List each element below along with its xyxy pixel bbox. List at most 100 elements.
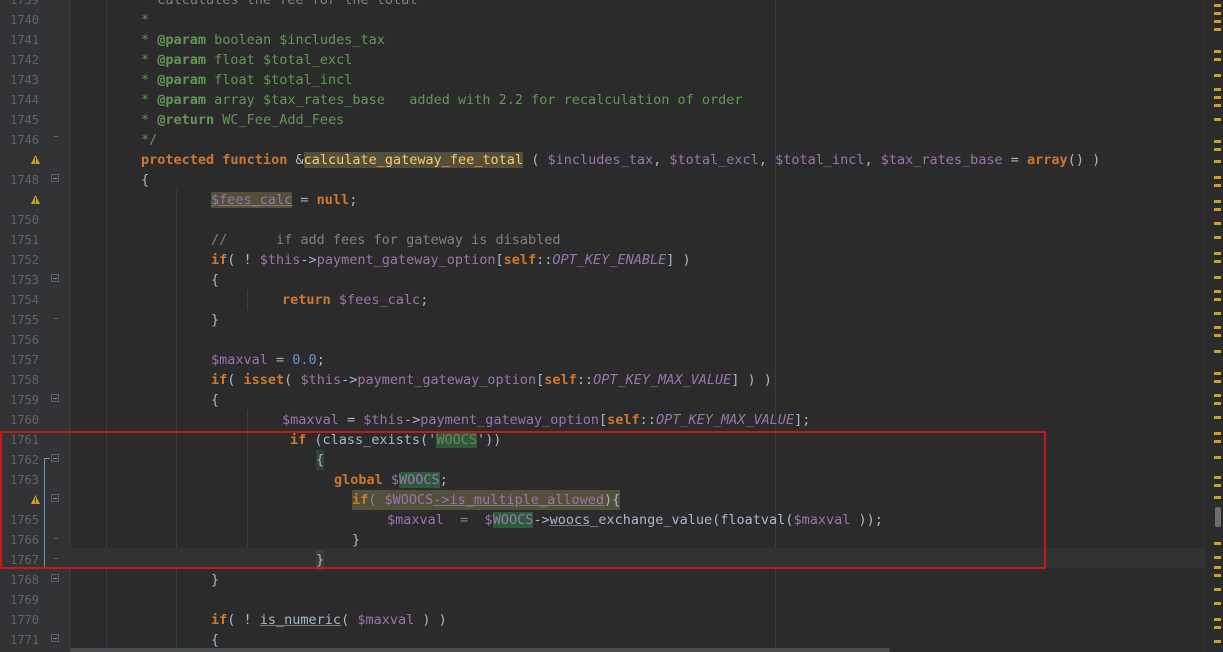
warning-marker[interactable]: [1214, 96, 1221, 99]
warning-marker[interactable]: [1214, 20, 1221, 23]
warning-marker[interactable]: [1214, 298, 1221, 301]
warning-marker[interactable]: [1214, 74, 1221, 77]
warning-marker[interactable]: [1214, 334, 1221, 337]
warning-marker[interactable]: [1214, 588, 1221, 591]
code-token: if: [211, 612, 228, 628]
code-line[interactable]: $maxval = $this->payment_gateway_option[…: [282, 410, 810, 430]
fold-end-marker[interactable]: [54, 136, 58, 137]
warning-marker[interactable]: [1214, 12, 1221, 15]
code-line[interactable]: }: [211, 310, 219, 330]
warning-marker[interactable]: [1214, 618, 1221, 621]
line-number: 1744: [10, 93, 39, 107]
code-line[interactable]: }: [211, 570, 219, 590]
warning-marker[interactable]: [1214, 394, 1221, 397]
code-line[interactable]: * @param float $total_excl: [141, 50, 352, 70]
warning-marker[interactable]: [1214, 566, 1221, 569]
warning-marker[interactable]: [1214, 222, 1221, 225]
code-line[interactable]: *: [141, 10, 149, 30]
warning-marker[interactable]: [1214, 50, 1221, 53]
code-line[interactable]: if( ! is_numeric( $maxval ) ): [211, 610, 447, 630]
warning-marker[interactable]: [1214, 476, 1221, 479]
warning-marker[interactable]: [1214, 542, 1221, 545]
warning-marker[interactable]: [1214, 184, 1221, 187]
error-stripe-scrollbar[interactable]: [1204, 0, 1223, 652]
warning-marker[interactable]: [1214, 104, 1221, 107]
code-line[interactable]: {: [211, 390, 219, 410]
code-line[interactable]: * @param boolean $includes_tax: [141, 30, 385, 50]
warning-marker[interactable]: [1214, 28, 1221, 31]
code-line[interactable]: * @param float $total_incl: [141, 70, 352, 90]
code-line[interactable]: if( ! $this->payment_gateway_option[self…: [211, 250, 691, 270]
code-token: if: [211, 372, 228, 388]
warning-marker[interactable]: [1214, 484, 1221, 487]
fold-toggle-icon[interactable]: [51, 574, 59, 582]
warning-marker[interactable]: [1214, 58, 1221, 61]
warning-marker[interactable]: [1214, 276, 1221, 279]
warning-marker[interactable]: [1214, 236, 1221, 239]
warning-marker[interactable]: [1214, 350, 1221, 353]
warning-marker[interactable]: [1214, 556, 1221, 559]
warning-marker[interactable]: [1214, 416, 1221, 419]
code-line[interactable]: $fees_calc = null;: [211, 190, 357, 210]
indent-guide: [247, 290, 248, 310]
warning-marker[interactable]: [1214, 326, 1221, 329]
code-token: $tax_rates_base: [880, 152, 1003, 168]
code-line[interactable]: * @return WC_Fee_Add_Fees: [141, 110, 344, 130]
code-line[interactable]: {: [211, 630, 219, 650]
fold-toggle-icon[interactable]: [51, 394, 59, 402]
line-number: 1751: [10, 233, 39, 247]
warning-marker[interactable]: [1214, 4, 1221, 7]
warning-marker[interactable]: [1214, 148, 1221, 151]
warning-marker[interactable]: [1214, 176, 1221, 179]
fold-toggle-icon[interactable]: [51, 634, 59, 642]
fold-toggle-icon[interactable]: [51, 174, 59, 182]
warning-marker[interactable]: [1214, 456, 1221, 459]
code-line[interactable]: {: [211, 270, 219, 290]
warning-marker[interactable]: [1214, 626, 1221, 629]
code-token: ::: [639, 412, 656, 428]
code-line[interactable]: * Calculates the fee for the total: [141, 0, 417, 10]
code-line[interactable]: {: [141, 170, 149, 190]
warning-marker[interactable]: [1214, 602, 1221, 605]
warning-marker[interactable]: [1214, 380, 1221, 383]
code-token: *: [141, 52, 158, 68]
warning-marker[interactable]: [1214, 208, 1221, 211]
code-token: *: [141, 92, 158, 108]
fold-toggle-icon[interactable]: [51, 274, 59, 282]
warning-marker[interactable]: [1214, 640, 1221, 643]
warning-marker[interactable]: [1214, 496, 1221, 499]
vertical-scroll-thumb[interactable]: [1215, 507, 1221, 527]
code-line[interactable]: * @param array $tax_rates_base added wit…: [141, 90, 742, 110]
code-line[interactable]: */: [141, 130, 157, 150]
code-token: $this: [259, 252, 301, 268]
warning-marker[interactable]: [1214, 252, 1221, 255]
warning-marker[interactable]: [1214, 140, 1221, 143]
line-number: 1739: [10, 0, 39, 7]
warning-marker[interactable]: [1214, 88, 1221, 91]
warning-marker[interactable]: [1214, 402, 1221, 405]
warning-marker[interactable]: [1214, 118, 1221, 121]
horizontal-scroll-thumb[interactable]: [70, 648, 890, 652]
warning-marker[interactable]: [1214, 160, 1221, 163]
warning-marker[interactable]: [1214, 260, 1221, 263]
code-line[interactable]: if( isset( $this->payment_gateway_option…: [211, 370, 772, 390]
code-line[interactable]: $maxval = 0.0;: [211, 350, 325, 370]
code-token: ,: [653, 152, 670, 168]
warning-marker[interactable]: [1214, 574, 1221, 577]
code-token: protected: [141, 152, 215, 168]
code-line[interactable]: // if add fees for gateway is disabled: [211, 230, 561, 250]
code-line[interactable]: return $fees_calc;: [282, 290, 428, 310]
code-token: if: [211, 252, 228, 268]
fold-end-marker[interactable]: [54, 318, 58, 319]
warning-marker[interactable]: [1214, 312, 1221, 315]
warning-icon[interactable]: [31, 155, 40, 164]
line-number: 1750: [10, 213, 39, 227]
code-editor[interactable]: 1739 1740 1741 1742 1743 1744 1745 1746 …: [0, 0, 1223, 652]
warning-marker[interactable]: [1214, 432, 1221, 435]
warning-marker[interactable]: [1214, 440, 1221, 443]
code-line[interactable]: protected function &calculate_gateway_fe…: [141, 150, 1100, 170]
warning-marker[interactable]: [1214, 290, 1221, 293]
warning-icon[interactable]: [31, 195, 40, 204]
warning-marker[interactable]: [1214, 200, 1221, 203]
warning-marker[interactable]: [1214, 372, 1221, 375]
